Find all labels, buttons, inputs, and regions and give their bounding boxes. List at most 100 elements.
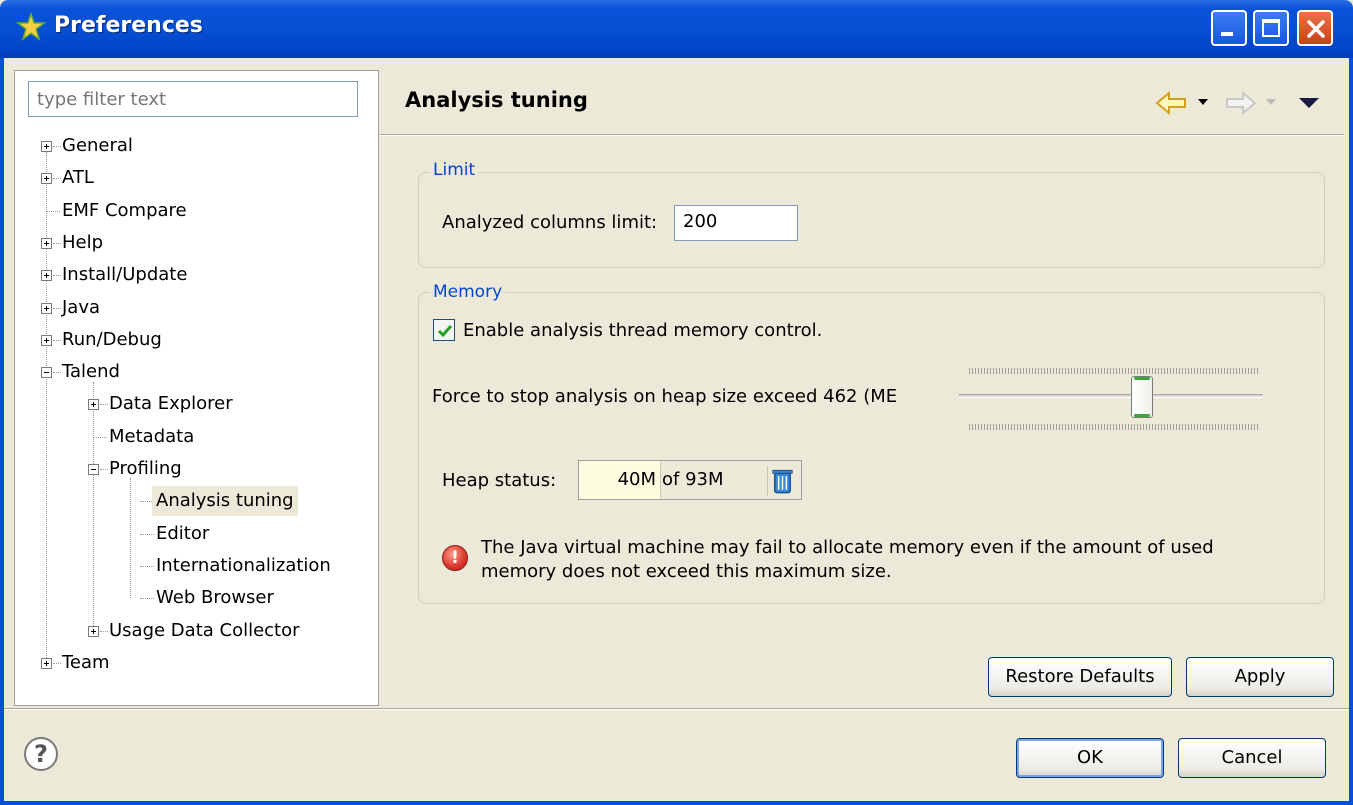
ok-button[interactable]: OK [1016, 738, 1164, 778]
slider-ticks-top [969, 368, 1259, 374]
title-bar[interactable]: Preferences [0, 0, 1353, 58]
tree-item-web-browser[interactable]: Web Browser [0, 583, 370, 613]
tree-guide-line [46, 211, 60, 212]
tree-guide-line [100, 469, 108, 470]
collapse-icon[interactable] [88, 464, 99, 475]
filter-input[interactable] [28, 81, 358, 117]
restore-defaults-button[interactable]: Restore Defaults [988, 657, 1172, 697]
tree-item-label: Internationalization [156, 555, 331, 576]
expand-icon[interactable] [41, 238, 52, 249]
memory-group-label: Memory [430, 282, 506, 302]
expand-icon[interactable] [88, 399, 99, 410]
limit-group-label: Limit [430, 160, 479, 180]
tree-item-usage-data-collector[interactable]: Usage Data Collector [0, 616, 370, 646]
tree-item-internationalization[interactable]: Internationalization [0, 551, 370, 581]
collapse-icon[interactable] [41, 367, 52, 378]
heap-status-widget: 40M of 93M [578, 460, 802, 500]
checkmark-icon [437, 325, 453, 338]
tree-item-run-debug[interactable]: Run/Debug [0, 325, 370, 355]
tree-guide-line [53, 372, 61, 373]
tree-item-label: Install/Update [62, 264, 188, 285]
maximize-button[interactable] [1253, 10, 1289, 46]
expand-icon[interactable] [88, 626, 99, 637]
expand-icon[interactable] [41, 141, 52, 152]
tree-guide-line [53, 308, 61, 309]
dialog-separator [4, 708, 1349, 710]
close-button[interactable] [1297, 10, 1333, 46]
heap-size-slider[interactable] [955, 364, 1265, 434]
help-icon[interactable]: ? [24, 737, 58, 771]
expand-icon[interactable] [41, 658, 52, 669]
tree-item-java[interactable]: Java [0, 293, 370, 323]
minimize-icon [1221, 32, 1233, 36]
trash-icon[interactable] [767, 466, 797, 496]
memory-warning-text: The Java virtual machine may fail to all… [481, 537, 1214, 582]
apply-button[interactable]: Apply [1186, 657, 1334, 697]
tree-item-label: Java [62, 297, 101, 318]
expand-icon[interactable] [41, 335, 52, 346]
tree-item-label: ATL [62, 167, 94, 188]
back-arrow-icon[interactable] [1155, 90, 1189, 116]
tree-item-profiling[interactable]: Profiling [0, 454, 370, 484]
page-separator [380, 134, 1344, 136]
tree-guide-line [53, 178, 61, 179]
tree-guide-line [93, 437, 107, 438]
enable-memory-control-checkbox[interactable] [433, 319, 455, 341]
tree-item-label: Team [62, 652, 110, 673]
tree-item-metadata[interactable]: Metadata [0, 422, 370, 452]
dropdown-icon[interactable] [1197, 98, 1209, 106]
minimize-button[interactable] [1211, 10, 1247, 46]
tree-item-team[interactable]: Team [0, 648, 370, 678]
enable-memory-control-label: Enable analysis thread memory control. [463, 320, 823, 341]
tree-item-help[interactable]: Help [0, 228, 370, 258]
slider-thumb[interactable] [1131, 376, 1153, 418]
tree-guide-line [100, 404, 108, 405]
forward-arrow-icon[interactable] [1223, 90, 1257, 116]
tree-item-label: Usage Data Collector [109, 620, 300, 641]
tree-item-label: Talend [62, 361, 120, 382]
heap-used-value: 40M [579, 461, 661, 499]
tree-guide-line [140, 534, 154, 535]
heap-status-label: Heap status: [442, 470, 557, 491]
close-icon [1307, 20, 1325, 38]
cancel-button[interactable]: Cancel [1178, 738, 1326, 778]
maximize-icon [1262, 19, 1280, 37]
force-stop-label: Force to stop analysis on heap size exce… [432, 386, 898, 407]
columns-limit-label: Analyzed columns limit: [442, 212, 658, 233]
tree-item-label: Analysis tuning [152, 486, 298, 516]
tree-item-analysis-tuning[interactable]: Analysis tuning [0, 486, 370, 516]
tree-item-label: Help [62, 232, 104, 253]
slider-ticks-bottom [969, 424, 1259, 430]
tree-item-label: Metadata [109, 426, 195, 447]
tree-guide-line [53, 275, 61, 276]
expand-icon[interactable] [41, 270, 52, 281]
tree-item-label: General [62, 135, 133, 156]
tree-item-editor[interactable]: Editor [0, 519, 370, 549]
heap-total-value: of 93M [662, 469, 724, 490]
dropdown-icon[interactable] [1265, 98, 1277, 106]
tree-item-install-update[interactable]: Install/Update [0, 260, 370, 290]
tree-guide-line [53, 340, 61, 341]
expand-icon[interactable] [41, 173, 52, 184]
tree-item-talend[interactable]: Talend [0, 357, 370, 387]
tree-item-general[interactable]: General [0, 131, 370, 161]
tree-item-label: Web Browser [156, 587, 274, 608]
star-icon [16, 12, 46, 41]
tree-item-label: EMF Compare [62, 200, 187, 221]
tree-guide-line [53, 243, 61, 244]
view-menu-icon[interactable] [1298, 97, 1320, 109]
tree-guide-line [53, 146, 61, 147]
tree-item-emf-compare[interactable]: EMF Compare [0, 196, 370, 226]
page-title: Analysis tuning [405, 88, 588, 112]
tree-item-label: Profiling [109, 458, 182, 479]
tree-item-atl[interactable]: ATL [0, 163, 370, 193]
tree-item-data-explorer[interactable]: Data Explorer [0, 389, 370, 419]
expand-icon[interactable] [41, 303, 52, 314]
tree-guide-line [140, 566, 154, 567]
slider-track [959, 394, 1263, 398]
error-icon: ! [442, 545, 468, 571]
tree-guide-line [140, 598, 154, 599]
tree-item-label: Editor [156, 523, 210, 544]
tree-item-label: Data Explorer [109, 393, 233, 414]
columns-limit-input[interactable]: 200 [674, 205, 798, 241]
